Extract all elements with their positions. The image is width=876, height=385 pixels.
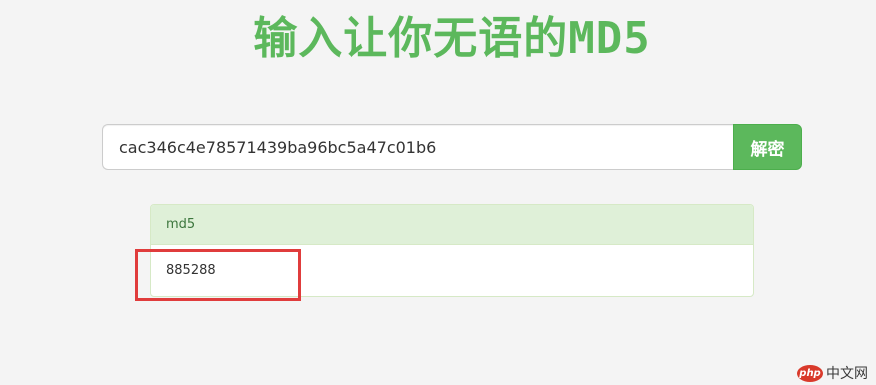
site-watermark: php 中文网: [797, 363, 868, 383]
php-logo-icon: php: [797, 364, 823, 382]
page-title: 输入让你无语的MD5: [253, 13, 651, 64]
result-panel-heading: md5: [151, 205, 753, 245]
search-group: 解密: [102, 124, 802, 170]
result-panel: md5 885288: [150, 204, 754, 297]
watermark-text: 中文网: [826, 366, 868, 382]
decrypt-button[interactable]: 解密: [733, 124, 802, 170]
md5-hash-input[interactable]: [102, 124, 733, 170]
result-value: 885288: [166, 263, 216, 278]
